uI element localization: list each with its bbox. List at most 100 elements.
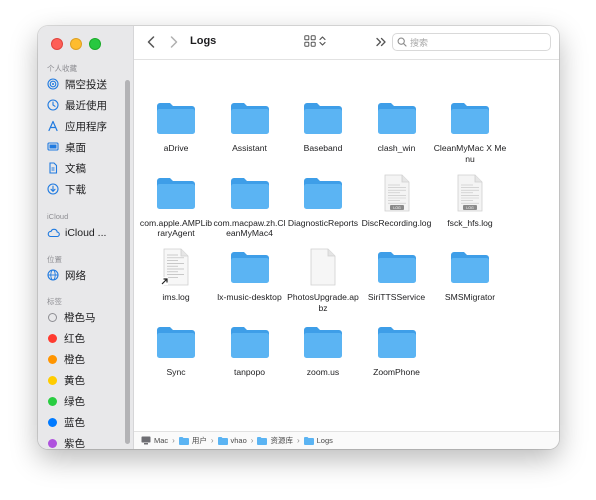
favorites-header: 个人收藏 — [47, 64, 77, 73]
folder-icon — [301, 173, 345, 213]
folder-item[interactable]: ZoomPhone — [360, 322, 434, 378]
folder-icon — [448, 247, 492, 287]
file-item[interactable]: LOG DiscRecording.log — [360, 173, 434, 229]
sidebar-item-network[interactable]: 网络 — [46, 266, 130, 284]
forward-button[interactable] — [166, 34, 182, 50]
sidebar: 个人收藏 隔空投送 最近使用 应用程序 桌面 文稿 下载 iCloud iClo… — [38, 26, 134, 449]
sidebar-scrollbar[interactable] — [125, 80, 130, 444]
toolbar: Logs 搜索 — [134, 26, 559, 60]
sidebar-tag-blue[interactable]: 蓝色 — [46, 413, 130, 431]
tags-header: 标签 — [47, 297, 62, 306]
tag-dot-icon — [48, 333, 57, 343]
file-item[interactable]: ims.log — [139, 247, 213, 303]
sidebar-item-label: 紫色 — [64, 437, 85, 450]
folder-item[interactable]: Sync — [139, 322, 213, 378]
sidebar-item-label: 橙色马 — [64, 311, 96, 324]
back-button[interactable] — [143, 34, 159, 50]
tag-dot-icon — [48, 396, 57, 406]
folder-item[interactable]: DiagnosticReports — [286, 173, 360, 229]
path-crumb-label: 资源库 — [270, 436, 293, 445]
sidebar-item-downloads[interactable]: 下载 — [46, 180, 130, 198]
sidebar-tag-green[interactable]: 绿色 — [46, 392, 130, 410]
file-name: fsck_hfs.log — [447, 217, 493, 228]
sidebar-tag-purple[interactable]: 紫色 — [46, 434, 130, 449]
sidebar-item-label: 橙色 — [64, 353, 85, 366]
sidebar-item-recents[interactable]: 最近使用 — [46, 96, 130, 114]
more-toolbar-button[interactable] — [376, 35, 387, 53]
path-crumb-library[interactable]: 资源库 — [257, 435, 293, 446]
folder-icon — [448, 98, 492, 138]
folder-item[interactable]: aDrive — [139, 98, 213, 154]
tag-dot-icon — [48, 312, 57, 322]
folder-item[interactable]: CleanMyMac X Menu — [433, 98, 507, 164]
folder-icon — [228, 322, 272, 362]
folder-item[interactable]: Baseband — [286, 98, 360, 154]
path-crumb-logs[interactable]: Logs — [303, 436, 333, 445]
sidebar-item-applications[interactable]: 应用程序 — [46, 117, 130, 135]
search-icon — [397, 37, 407, 47]
file-item[interactable]: LOG fsck_hfs.log — [433, 173, 507, 229]
document-icon — [301, 247, 345, 287]
path-crumb-users[interactable]: 用户 — [178, 435, 207, 446]
view-mode-button[interactable] — [304, 35, 326, 47]
chevron-updown-icon — [319, 36, 326, 46]
tag-dot-icon — [48, 417, 57, 427]
sidebar-item-label: 隔空投送 — [65, 78, 107, 91]
maximize-button[interactable] — [89, 38, 101, 50]
file-name: CleanMyMac X Menu — [433, 143, 507, 164]
log-file-icon: LOG — [448, 173, 492, 213]
sidebar-item-label: 网络 — [65, 269, 86, 282]
folder-icon — [154, 322, 198, 362]
sidebar-item-label: 红色 — [64, 332, 85, 345]
file-item[interactable]: PhotosUpgrade.apbz — [286, 247, 360, 313]
folder-item[interactable]: SiriTTSService — [360, 247, 434, 303]
sidebar-tag-0[interactable]: 橙色马 — [46, 308, 130, 326]
path-crumb-label: Mac — [154, 436, 169, 445]
file-grid: aDrive Assistant Baseband clash_win CleanMyM… — [134, 60, 559, 431]
file-name: ims.log — [162, 292, 190, 302]
sidebar-item-documents[interactable]: 文稿 — [46, 159, 130, 177]
path-crumb-mac[interactable]: Mac — [141, 436, 168, 445]
folder-item[interactable]: lx-music-desktop — [213, 247, 287, 303]
sidebar-item-label: 应用程序 — [65, 120, 107, 133]
folder-icon — [375, 98, 419, 138]
airdrop-icon — [46, 77, 60, 91]
search-input[interactable]: 搜索 — [392, 33, 551, 51]
sidebar-item-label: 最近使用 — [65, 99, 107, 112]
sidebar-item-airdrop[interactable]: 隔空投送 — [46, 75, 130, 93]
folder-item[interactable]: Assistant — [213, 98, 287, 154]
folder-item[interactable]: com.apple.AMPLibraryAgent — [139, 173, 213, 239]
folder-item[interactable]: tanpopo — [213, 322, 287, 378]
file-name: DiagnosticReports — [287, 217, 359, 228]
file-name: Baseband — [303, 143, 343, 153]
folder-item[interactable]: clash_win — [360, 98, 434, 154]
path-separator: › — [210, 436, 214, 445]
sidebar-item-icloud-drive[interactable]: iCloud ... — [46, 224, 130, 242]
search-placeholder: 搜索 — [410, 37, 429, 48]
clock-icon — [46, 98, 60, 112]
tag-dot-icon — [48, 375, 57, 385]
folder-item[interactable]: SMSMigrator — [433, 247, 507, 303]
path-separator: › — [172, 436, 175, 445]
sidebar-tag-orange[interactable]: 橙色 — [46, 350, 130, 368]
folder-item[interactable]: com.macpaw.zh.CleanMyMac4 — [213, 173, 287, 239]
sidebar-tag-red[interactable]: 红色 — [46, 329, 130, 347]
sidebar-tag-yellow[interactable]: 黄色 — [46, 371, 130, 389]
file-name: lx-music-desktop — [217, 292, 282, 302]
folder-item[interactable]: zoom.us — [286, 322, 360, 378]
log-file-icon: LOG — [375, 173, 419, 213]
chevron-double-right-icon — [376, 37, 386, 47]
folder-icon — [257, 436, 268, 445]
network-icon — [46, 268, 60, 282]
minimize-button[interactable] — [70, 38, 82, 50]
log-badge: LOG — [393, 206, 401, 210]
folder-icon — [303, 436, 314, 445]
alias-file-icon — [154, 247, 198, 287]
close-button[interactable] — [51, 38, 63, 50]
path-separator: › — [296, 436, 300, 445]
path-crumb-home[interactable]: vhao — [217, 436, 247, 445]
sidebar-item-desktop[interactable]: 桌面 — [46, 138, 130, 156]
folder-icon — [178, 436, 189, 445]
chevron-left-icon — [147, 36, 155, 48]
finder-window: 个人收藏 隔空投送 最近使用 应用程序 桌面 文稿 下载 iCloud iClo… — [38, 26, 559, 449]
